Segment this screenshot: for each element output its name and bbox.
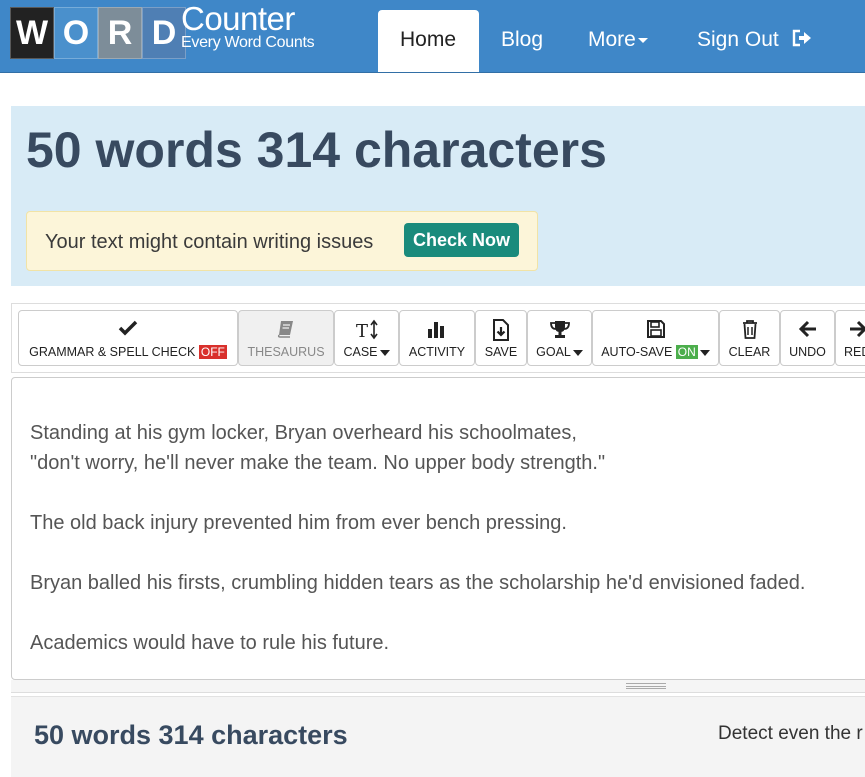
editor-resize-handle[interactable] [11,680,865,693]
svg-text:T: T [356,321,368,341]
writing-issues-alert: Your text might contain writing issues C… [26,211,538,271]
auto-save-label: AUTO-SAVE [601,345,673,359]
trophy-icon [528,319,591,341]
details-panel: 50 words 314 characters Detect even the … [11,696,865,777]
arrow-left-icon [781,319,834,341]
thesaurus-button[interactable]: THESAURUS [238,310,334,366]
goal-label: GOAL [536,345,571,359]
clear-label: CLEAR [728,345,771,359]
activity-label: ACTIVITY [408,345,466,359]
nav-blog[interactable]: Blog [479,10,565,72]
logo-tagline: Every Word Counts [181,34,315,51]
undo-label: UNDO [789,345,826,359]
redo-label: RED [844,345,865,359]
text-height-icon: T [335,319,398,341]
clear-button[interactable]: CLEAR [719,310,780,366]
file-download-icon [476,319,526,341]
grammar-label: GRAMMAR & SPELL CHECK [29,345,196,359]
chevron-down-icon [379,349,390,356]
editor-line: Standing at his gym locker, Bryan overhe… [30,422,577,444]
redo-button[interactable]: RED [835,310,865,366]
top-navbar: W O R D Counter Every Word Counts Home B… [0,0,865,73]
logo-letter-r: R [98,7,142,59]
logo-name: Counter [181,0,295,37]
nav-more-dropdown[interactable]: More [566,10,670,72]
details-count-title: 50 words 314 characters [34,720,348,750]
nav-blog-label: Blog [501,28,544,51]
chevron-down-icon [699,349,710,356]
editor-toolbar: GRAMMAR & SPELL CHECK OFF THESAURUS T CA… [11,303,865,373]
logo-letter-d: D [142,7,186,59]
nav-sign-out[interactable]: Sign Out [675,10,835,72]
thesaurus-label: THESAURUS [247,345,325,359]
editor-line: Academics would have to rule his future. [30,632,390,654]
logo-letter-w: W [10,7,54,59]
floppy-disk-icon [593,319,718,341]
save-label: SAVE [484,345,518,359]
text-editor[interactable]: Standing at his gym locker, Bryan overhe… [11,377,865,680]
word-character-count: 50 words 314 characters [26,122,607,178]
check-now-button[interactable]: Check Now [404,223,520,257]
chevron-down-icon [572,349,583,356]
editor-line: Bryan balled his firsts, crumbling hidde… [30,572,806,594]
nav-sign-out-label: Sign Out [697,28,779,51]
logo-wordmark: Counter Every Word Counts [181,0,321,52]
stats-hero: 50 words 314 characters Your text might … [11,106,865,286]
bar-chart-icon [400,319,474,341]
alert-message: Your text might contain writing issues [45,231,374,253]
editor-line: "don't worry, he'll never make the team.… [30,452,606,474]
book-icon [239,319,333,341]
details-side-text: Detect even the r [718,723,863,744]
checkmark-icon [19,319,237,341]
resize-grip-icon [626,683,666,689]
grammar-spell-check-button[interactable]: GRAMMAR & SPELL CHECK OFF [18,310,238,366]
logo-letter-o: O [54,7,98,59]
sign-out-icon [791,12,813,72]
nav-more-label: More [588,28,636,51]
case-label: CASE [343,345,378,359]
save-button[interactable]: SAVE [475,310,527,366]
auto-save-status-badge: ON [675,345,698,359]
editor-line: The old back injury prevented him from e… [30,512,567,534]
undo-button[interactable]: UNDO [780,310,835,366]
chevron-down-icon [637,37,648,43]
case-dropdown-button[interactable]: T CASE [334,310,399,366]
auto-save-dropdown-button[interactable]: AUTO-SAVE ON [592,310,719,366]
arrow-right-icon [836,319,865,341]
goal-dropdown-button[interactable]: GOAL [527,310,592,366]
nav-home[interactable]: Home [378,10,479,72]
nav-home-label: Home [400,28,457,51]
grammar-status-badge: OFF [198,345,227,359]
trash-icon [720,319,779,341]
activity-button[interactable]: ACTIVITY [399,310,475,366]
wordcounter-logo[interactable]: W O R D [10,7,186,63]
